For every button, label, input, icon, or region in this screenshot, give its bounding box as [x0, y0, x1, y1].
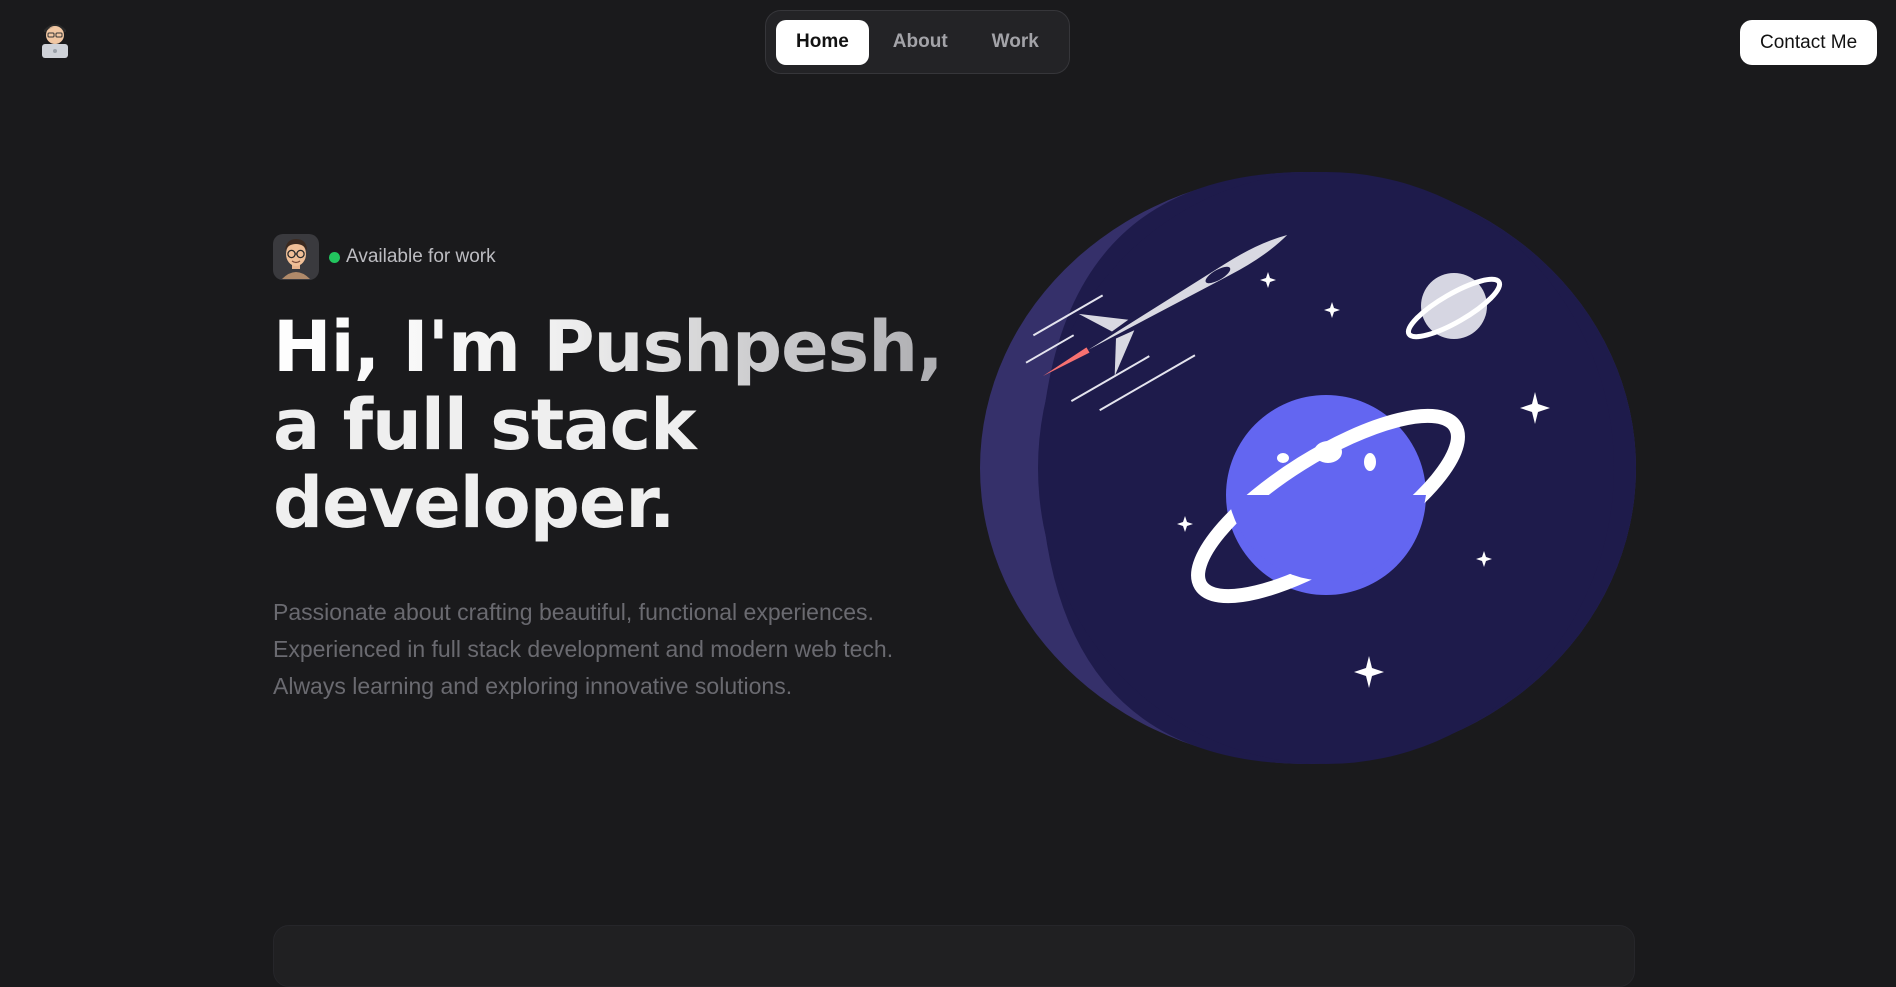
main-nav: Home About Work	[765, 10, 1070, 74]
bio-line-2: Experienced in full stack development an…	[273, 636, 894, 662]
logo-avatar-icon[interactable]	[34, 18, 76, 60]
headline-line-3: developer.	[273, 462, 676, 544]
status-dot-icon	[329, 251, 340, 263]
hero-bio: Passionate about crafting beautiful, fun…	[273, 594, 973, 705]
bio-line-1: Passionate about crafting beautiful, fun…	[273, 599, 874, 625]
bio-line-3: Always learning and exploring innovative…	[273, 673, 793, 699]
tab-work[interactable]: Work	[972, 20, 1059, 65]
tab-about[interactable]: About	[873, 20, 968, 65]
hero-headline: Hi, I'm Pushpesh, a full stack developer…	[273, 308, 973, 542]
availability-row: Available for work	[273, 234, 973, 280]
avatar	[273, 234, 319, 280]
headline-line-2: a full stack	[273, 384, 697, 466]
headline-line-1: Hi, I'm Pushpesh,	[273, 308, 973, 386]
contact-me-button[interactable]: Contact Me	[1740, 20, 1878, 65]
tab-home[interactable]: Home	[776, 19, 869, 65]
availability-text: Available for work	[346, 246, 496, 267]
memoji-glasses-avatar-icon	[282, 239, 310, 279]
space-illustration	[978, 170, 1636, 766]
content-card	[273, 925, 1635, 987]
hero-section: Available for work Hi, I'm Pushpesh, a f…	[273, 234, 973, 705]
